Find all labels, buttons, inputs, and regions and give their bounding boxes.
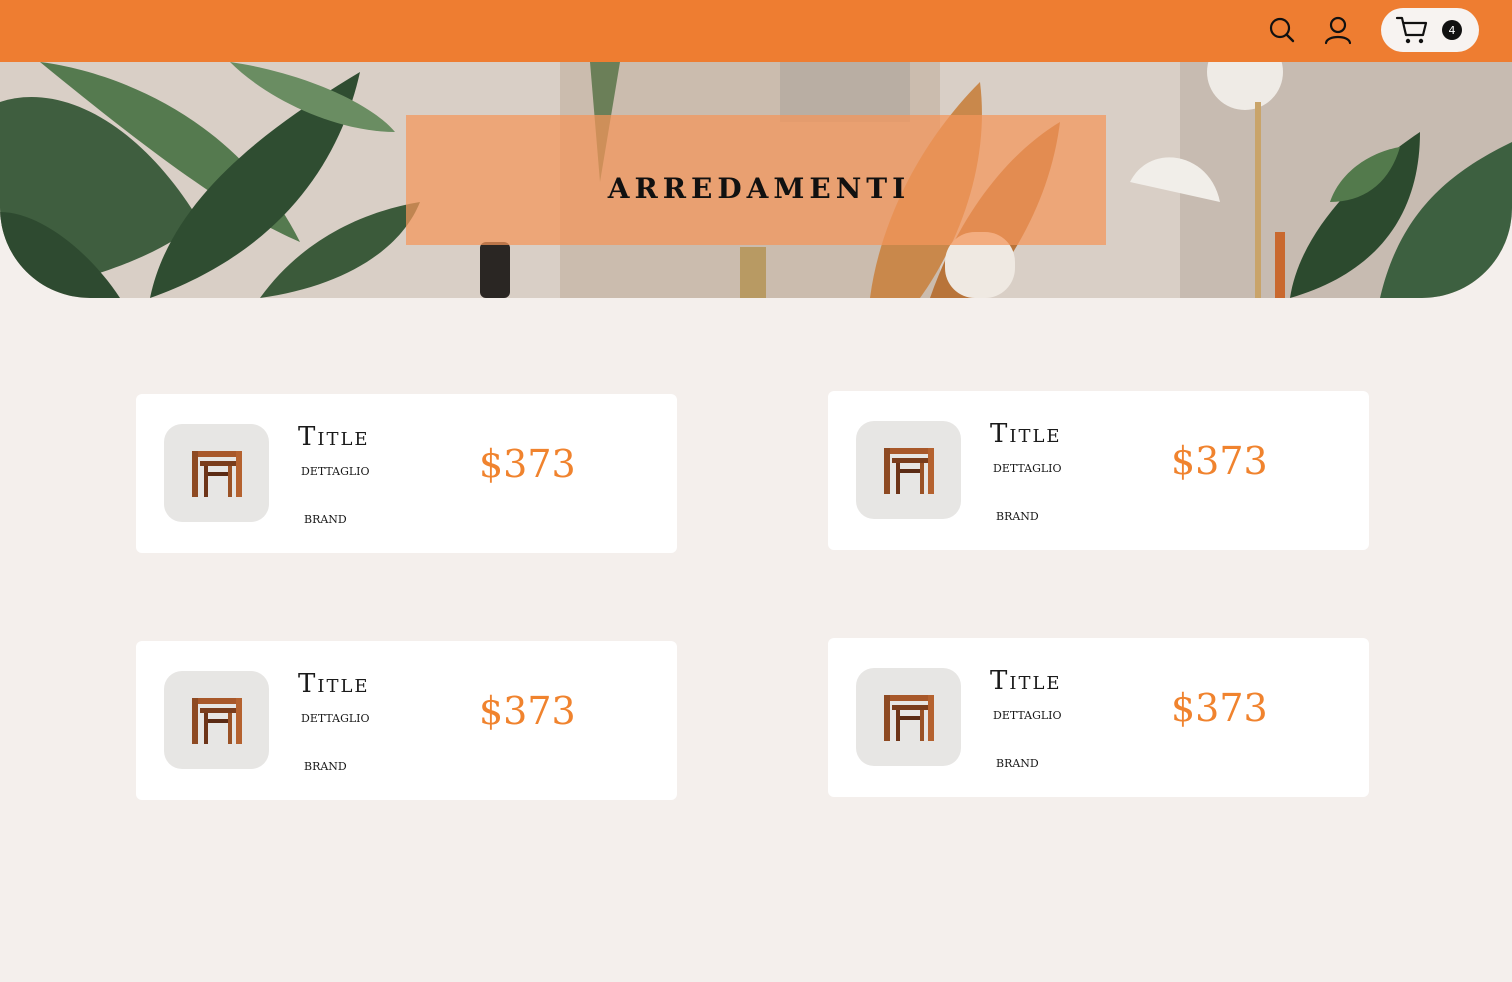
nesting-table-icon	[191, 451, 242, 497]
hero-title-band: ARREDAMENTI	[406, 115, 1106, 245]
product-detail: DETTAGLIO	[301, 707, 370, 726]
product-detail: DETTAGLIO	[993, 457, 1062, 476]
product-brand: BRAND	[304, 756, 347, 774]
product-detail: DETTAGLIO	[301, 460, 370, 479]
product-title: Title	[298, 422, 370, 452]
product-title: Title	[298, 669, 370, 699]
product-price: $373	[1171, 439, 1268, 483]
product-title: Title	[990, 666, 1062, 696]
product-image	[856, 668, 961, 766]
nesting-table-icon	[883, 448, 934, 494]
nesting-table-icon	[191, 698, 242, 744]
product-price: $373	[479, 442, 576, 486]
product-price: $373	[1171, 686, 1268, 730]
cart-icon	[1395, 16, 1428, 44]
product-card[interactable]: Title DETTAGLIO BRAND $373	[136, 394, 677, 553]
product-brand: BRAND	[996, 506, 1039, 524]
product-image	[856, 421, 961, 519]
product-brand: BRAND	[304, 509, 347, 527]
product-image	[164, 671, 269, 769]
cart-count-badge: 4	[1442, 20, 1462, 40]
hero-banner: ARREDAMENTI	[0, 62, 1512, 298]
product-title: Title	[990, 419, 1062, 449]
search-icon	[1269, 17, 1295, 43]
product-detail: DETTAGLIO	[993, 704, 1062, 723]
product-brand: BRAND	[996, 753, 1039, 771]
product-image	[164, 424, 269, 522]
product-card[interactable]: Title DETTAGLIO BRAND $373	[828, 391, 1369, 550]
cart-button[interactable]: 4	[1381, 8, 1479, 52]
page-title: ARREDAMENTI	[607, 160, 911, 208]
search-button[interactable]	[1264, 12, 1300, 48]
account-button[interactable]	[1320, 12, 1356, 48]
product-card[interactable]: Title DETTAGLIO BRAND $373	[828, 638, 1369, 797]
product-price: $373	[479, 689, 576, 733]
product-card[interactable]: Title DETTAGLIO BRAND $373	[136, 641, 677, 800]
user-icon	[1324, 16, 1352, 45]
nesting-table-icon	[883, 695, 934, 741]
top-navigation-bar: 4	[0, 0, 1512, 62]
